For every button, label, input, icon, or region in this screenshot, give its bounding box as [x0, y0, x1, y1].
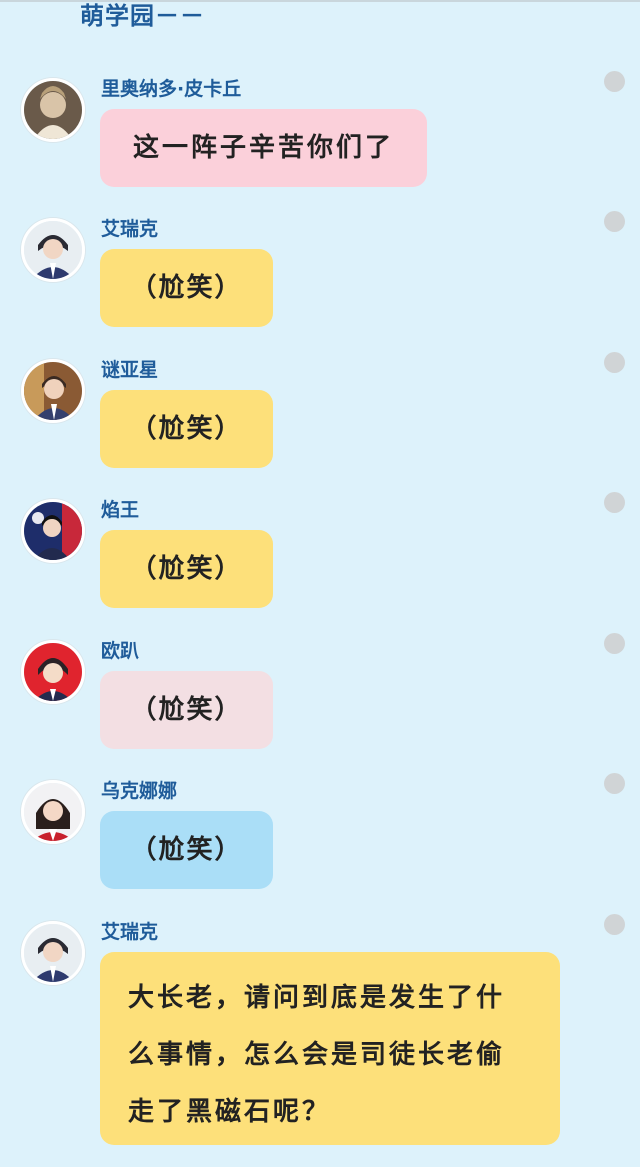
- message-bubble: （尬笑）: [100, 390, 273, 468]
- sender-name: 艾瑞克: [101, 218, 159, 240]
- more-dot-icon[interactable]: [604, 773, 625, 794]
- sender-name: 艾瑞克: [101, 921, 159, 943]
- sender-name: 里奥纳多·皮卡丘: [101, 78, 242, 100]
- sender-name: 焰王: [101, 499, 140, 521]
- more-dot-icon[interactable]: [604, 914, 625, 935]
- more-dot-icon[interactable]: [604, 352, 625, 373]
- sender-name: 谜亚星: [101, 359, 159, 381]
- chat-title: 萌学园－－: [80, 2, 205, 30]
- avatar[interactable]: [21, 780, 85, 844]
- avatar[interactable]: [21, 78, 85, 142]
- avatar[interactable]: [21, 921, 85, 985]
- avatar[interactable]: [21, 499, 85, 563]
- message-bubble: （尬笑）: [100, 671, 273, 749]
- message-bubble: 大长老，请问到底是发生了什么事情，怎么会是司徒长老偷走了黑磁石呢？: [100, 952, 560, 1145]
- more-dot-icon[interactable]: [604, 211, 625, 232]
- message-bubble: （尬笑）: [100, 249, 273, 327]
- avatar[interactable]: [21, 640, 85, 704]
- more-dot-icon[interactable]: [604, 633, 625, 654]
- avatar[interactable]: [21, 359, 85, 423]
- message-bubble: （尬笑）: [100, 530, 273, 608]
- more-dot-icon[interactable]: [604, 71, 625, 92]
- sender-name: 欧趴: [101, 640, 140, 662]
- avatar[interactable]: [21, 218, 85, 282]
- more-dot-icon[interactable]: [604, 492, 625, 513]
- sender-name: 乌克娜娜: [101, 780, 178, 802]
- message-bubble: 这一阵子辛苦你们了: [100, 109, 427, 187]
- message-bubble: （尬笑）: [100, 811, 273, 889]
